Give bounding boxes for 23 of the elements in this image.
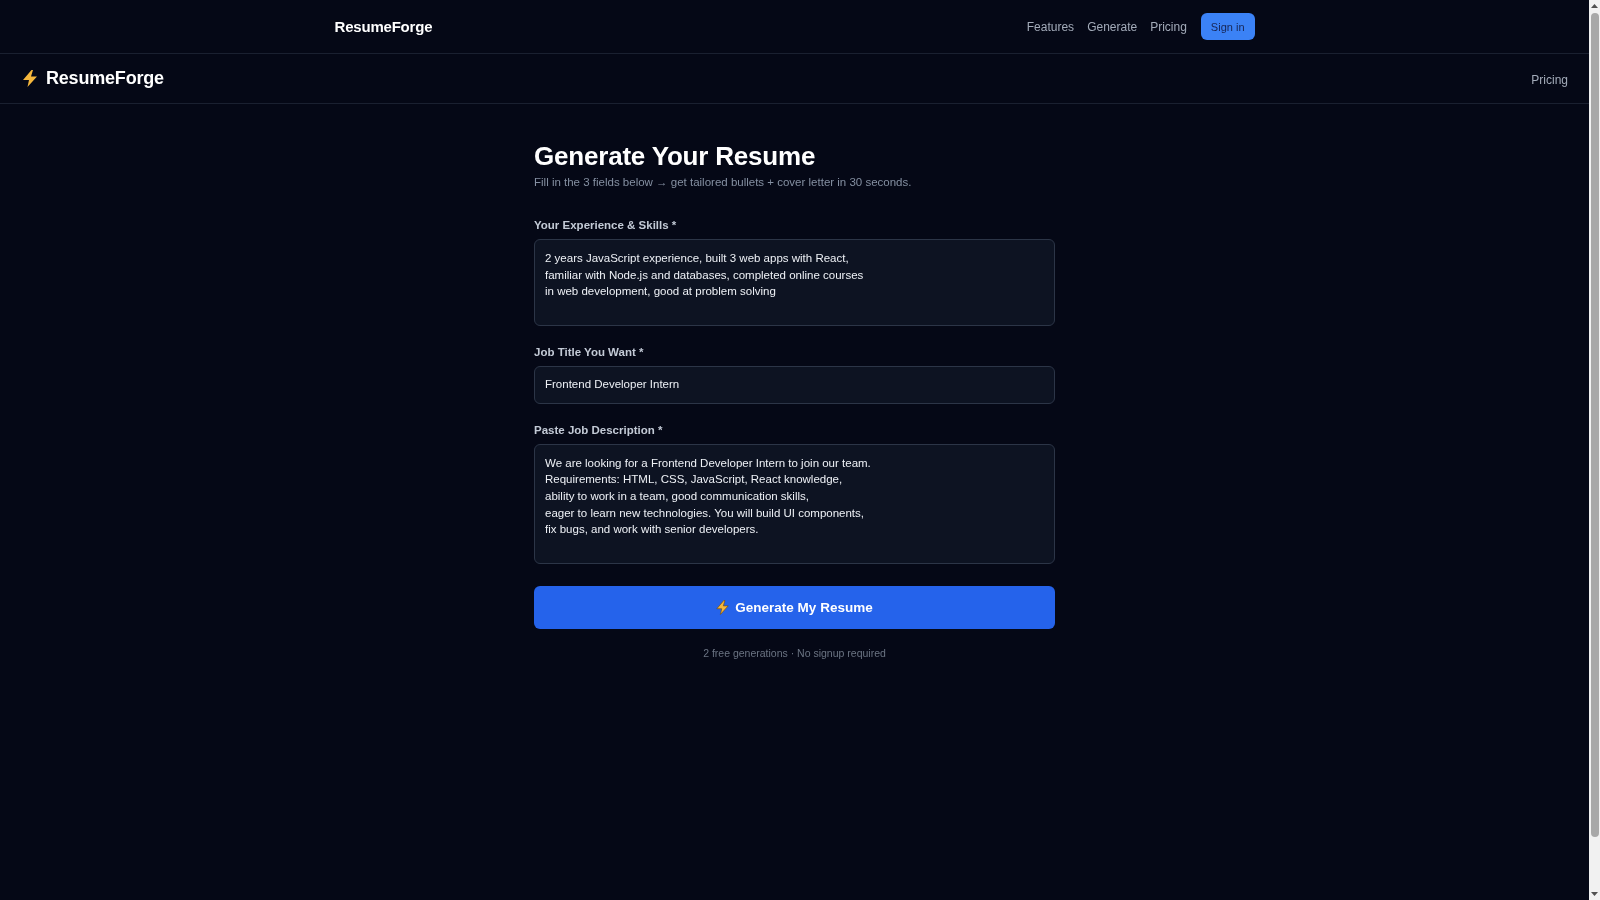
nav-link[interactable]: Features [1026, 19, 1075, 34]
generate-button[interactable]: Generate My Resume [534, 585, 1055, 629]
scroll-down-icon[interactable] [1589, 890, 1600, 898]
field-label: Job Title You Want * [534, 344, 645, 359]
lightning-icon [22, 70, 38, 87]
field-label: Paste Job Description * [534, 422, 664, 437]
sign-in-button[interactable]: Sign in [1200, 13, 1255, 40]
brand-logo[interactable]: ResumeForge [46, 68, 164, 89]
nav-link[interactable]: Pricing [1150, 19, 1187, 34]
field-label: Your Experience & Skills * [534, 218, 678, 232]
brand-logo[interactable]: ResumeForge [334, 18, 433, 35]
text-area-field[interactable]: 2 years JavaScript experience, built 3 web apps with React, familiar with Node.js and databases, completed online courses in web development, good at problem solving [534, 239, 1055, 326]
nav-link[interactable]: Pricing [1531, 72, 1568, 87]
text-area-field[interactable]: We are looking for a Frontend Developer Intern to join our team. Requirements: HTML, CSS, JavaScript, React knowledge, ability to work in a team, good communication skills, eager to learn new technologies. You will build UI components, fix bugs, and work with senior developers. [534, 443, 1055, 564]
scroll-up-icon[interactable] [1589, 2, 1600, 10]
input-field[interactable]: Frontend Developer Intern [534, 365, 1055, 404]
page-subtitle: Fill in the 3 fields below → get tailored bullets + cover letter in 30 seconds. [534, 175, 913, 190]
scrollbar-thumb[interactable] [1590, 13, 1599, 837]
nav-link[interactable]: Generate [1087, 19, 1138, 34]
scrollbar-track[interactable] [1589, 0, 1600, 900]
page-title: Generate Your Resume [534, 140, 817, 172]
lightning-icon [716, 599, 730, 615]
footnote-text: 2 free generations · No signup required [702, 645, 887, 660]
